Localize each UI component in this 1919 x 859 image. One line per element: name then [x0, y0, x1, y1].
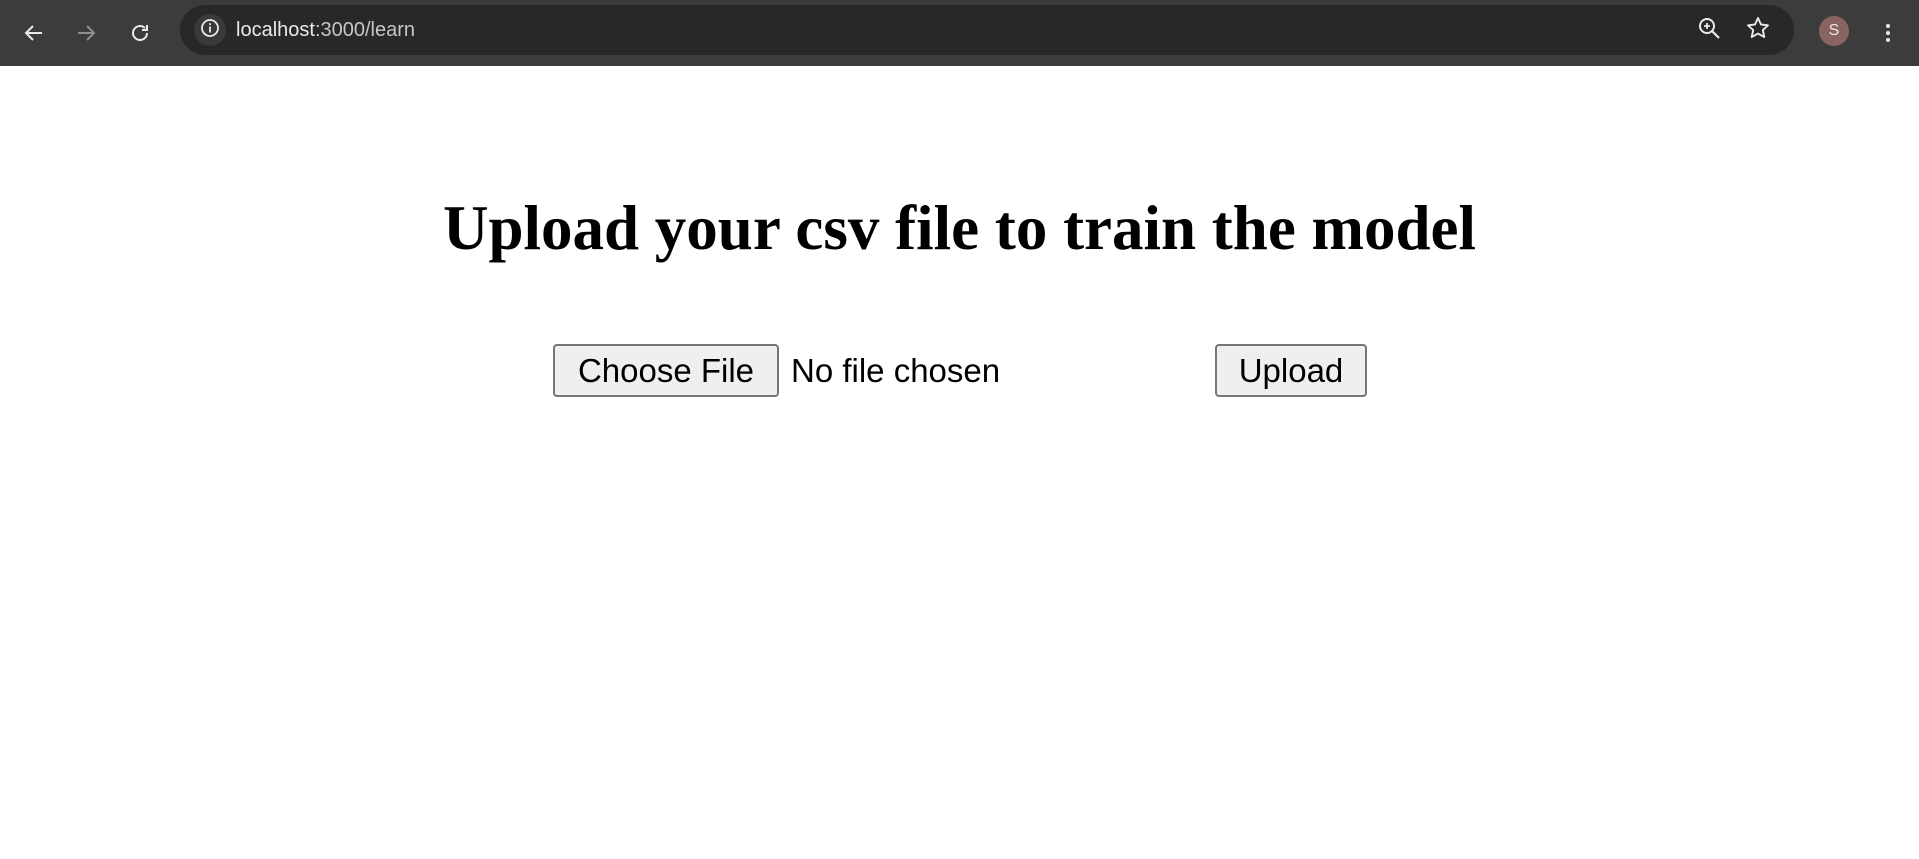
url-path: :3000/learn	[314, 19, 416, 41]
address-bar[interactable]: localhost:3000/learn	[180, 5, 1794, 55]
browser-toolbar: localhost:3000/learn S	[0, 0, 1919, 66]
forward-button[interactable]	[64, 11, 108, 55]
file-status-text: No file chosen	[791, 352, 1001, 389]
kebab-menu-icon	[1876, 21, 1900, 45]
url-host: localhost	[236, 19, 315, 41]
info-icon	[200, 18, 220, 43]
page-title: Upload your csv file to train the model	[442, 193, 1477, 263]
reload-button[interactable]	[118, 11, 162, 55]
back-button[interactable]	[12, 11, 56, 55]
zoom-icon	[1696, 15, 1722, 46]
arrow-right-icon	[74, 21, 98, 45]
star-icon	[1745, 15, 1771, 46]
profile-avatar[interactable]: S	[1819, 16, 1849, 46]
zoom-button[interactable]	[1692, 13, 1726, 47]
site-info-button[interactable]	[194, 14, 226, 46]
choose-file-button[interactable]: Choose File	[553, 344, 779, 397]
bookmark-button[interactable]	[1741, 13, 1775, 47]
browser-menu-button[interactable]	[1866, 11, 1910, 55]
address-url[interactable]: localhost:3000/learn	[236, 5, 415, 55]
reload-icon	[128, 21, 152, 45]
upload-button[interactable]: Upload	[1215, 344, 1367, 397]
arrow-left-icon	[22, 21, 46, 45]
